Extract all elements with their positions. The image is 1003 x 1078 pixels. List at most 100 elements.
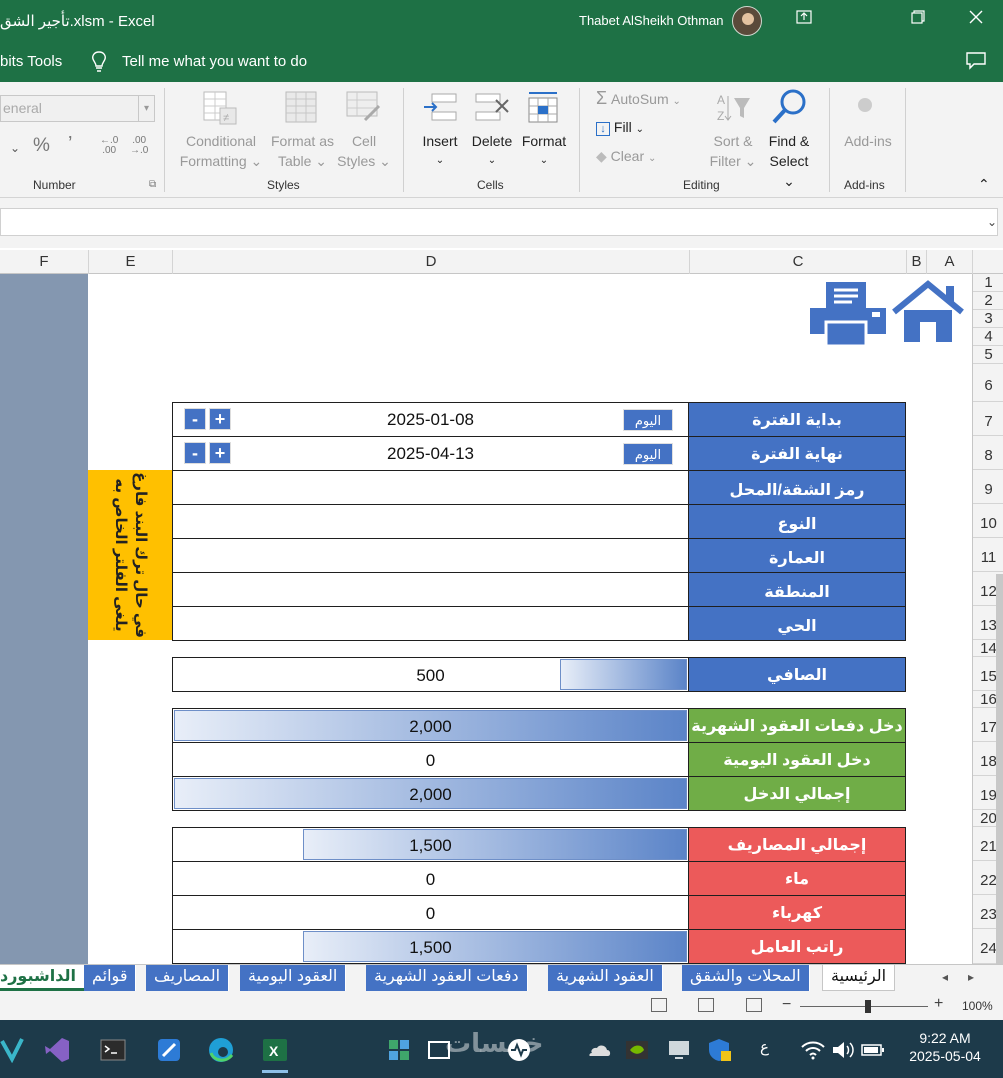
tab-expenses[interactable]: المصاريف bbox=[146, 965, 230, 991]
accounting-dropdown-icon[interactable]: ⌄ bbox=[10, 138, 20, 158]
tab-monthly-contract-payments[interactable]: دفعات العقود الشهرية bbox=[366, 965, 528, 991]
row-header[interactable]: 4 bbox=[973, 328, 1003, 346]
decrease-decimal-icon[interactable]: .00 →.0 bbox=[130, 136, 148, 156]
comments-icon[interactable] bbox=[966, 52, 986, 70]
print-icon[interactable] bbox=[808, 280, 888, 351]
expenses-salary-value[interactable]: 1,500 bbox=[172, 929, 689, 964]
row-header[interactable]: 2 bbox=[973, 292, 1003, 310]
normal-view-icon[interactable] bbox=[651, 998, 667, 1012]
period-end-plus-button[interactable]: + bbox=[209, 442, 231, 464]
filter-district-value[interactable] bbox=[172, 606, 689, 641]
percent-style-button[interactable]: % bbox=[33, 136, 50, 156]
audio-app-icon[interactable] bbox=[506, 1037, 532, 1063]
fill-button[interactable]: ↓ Fill ⌄ bbox=[596, 117, 644, 140]
period-start-today-button[interactable]: اليوم bbox=[623, 409, 673, 431]
filter-building-value[interactable] bbox=[172, 538, 689, 573]
excel-icon[interactable]: X bbox=[262, 1037, 288, 1063]
tab-daily-contracts[interactable]: العقود اليومية bbox=[240, 965, 347, 991]
row-header[interactable]: 1 bbox=[973, 274, 1003, 292]
user-avatar[interactable] bbox=[732, 6, 762, 36]
conditional-formatting-button[interactable]: Conditional Formatting ⌄ bbox=[176, 131, 266, 171]
insert-button[interactable]: Insert ⌄ bbox=[418, 131, 462, 171]
income-monthly-value[interactable]: 2,000 bbox=[172, 708, 689, 743]
filter-region-value[interactable] bbox=[172, 572, 689, 607]
page-layout-view-icon[interactable] bbox=[698, 998, 714, 1012]
clear-button[interactable]: ◆ Clear ⌄ bbox=[596, 146, 656, 169]
ribbon-display-icon[interactable] bbox=[792, 8, 816, 32]
expenses-total-value[interactable]: 1,500 bbox=[172, 827, 689, 862]
format-button[interactable]: Format ⌄ bbox=[518, 131, 570, 171]
period-end-today-button[interactable]: اليوم bbox=[623, 443, 673, 465]
edge-icon[interactable] bbox=[208, 1037, 234, 1063]
nvidia-icon[interactable] bbox=[624, 1037, 650, 1063]
period-end-value[interactable]: 2025-04-13 bbox=[172, 436, 689, 471]
select-all-corner[interactable] bbox=[972, 250, 1003, 274]
visual-studio-icon[interactable] bbox=[44, 1037, 70, 1063]
find-select-button[interactable]: Find & Select ⌄ bbox=[762, 131, 816, 191]
language-indicator[interactable]: ع bbox=[760, 1038, 769, 1056]
user-name[interactable]: Thabet AlSheikh Othman bbox=[579, 13, 724, 28]
expenses-electricity-value[interactable]: 0 bbox=[172, 895, 689, 930]
filter-unit-code-value[interactable] bbox=[172, 470, 689, 505]
vertical-scrollbar[interactable] bbox=[996, 574, 1003, 964]
tab-scroll-left-icon[interactable]: ◂ bbox=[942, 970, 948, 984]
clock[interactable]: 9:22 AM 2025-05-04 bbox=[900, 1030, 990, 1064]
income-daily-value[interactable]: 0 bbox=[172, 742, 689, 777]
tab-lists[interactable]: قوائم bbox=[84, 965, 137, 991]
onedrive-icon[interactable] bbox=[586, 1037, 612, 1063]
row-header[interactable]: 5 bbox=[973, 346, 1003, 364]
dialog-launcher-icon[interactable]: ⧉ bbox=[149, 179, 156, 190]
terminal-icon[interactable] bbox=[100, 1037, 126, 1063]
net-value[interactable]: 500 bbox=[172, 657, 689, 692]
display-icon[interactable] bbox=[666, 1037, 692, 1063]
period-start-minus-button[interactable]: - bbox=[184, 408, 206, 430]
autosum-button[interactable]: Σ AutoSum ⌄ bbox=[596, 88, 681, 112]
row-header[interactable]: 10 bbox=[973, 504, 1003, 538]
column-header-d[interactable]: D bbox=[172, 250, 689, 274]
app-icon[interactable] bbox=[0, 1037, 26, 1064]
battery-icon[interactable] bbox=[860, 1037, 886, 1063]
collapse-ribbon-icon[interactable]: ⌃ bbox=[978, 174, 990, 194]
expenses-water-value[interactable]: 0 bbox=[172, 861, 689, 896]
column-header-f[interactable]: F bbox=[0, 250, 88, 274]
column-header-c[interactable]: C bbox=[689, 250, 906, 274]
volume-icon[interactable] bbox=[830, 1037, 856, 1063]
tell-me-search[interactable]: Tell me what you want to do bbox=[122, 53, 307, 70]
tab-monthly-contracts[interactable]: العقود الشهرية bbox=[548, 965, 663, 991]
sort-filter-button[interactable]: Sort & Filter ⌄ bbox=[707, 131, 759, 171]
column-header-b[interactable]: B bbox=[906, 250, 926, 274]
zoom-level[interactable]: 100% bbox=[962, 999, 993, 1013]
zoom-slider[interactable] bbox=[800, 1006, 928, 1007]
tab-kutools[interactable]: bits Tools bbox=[0, 53, 62, 70]
number-format-select[interactable]: eneral ▾ bbox=[0, 95, 155, 122]
increase-decimal-icon[interactable]: ←.0.00 bbox=[100, 136, 118, 156]
restore-icon[interactable] bbox=[906, 8, 930, 32]
widgets-icon[interactable] bbox=[386, 1037, 412, 1063]
lightbulb-icon[interactable] bbox=[90, 51, 108, 73]
row-header[interactable]: 7 bbox=[973, 402, 1003, 436]
period-start-plus-button[interactable]: + bbox=[209, 408, 231, 430]
row-header[interactable]: 6 bbox=[973, 364, 1003, 402]
row-header[interactable]: 3 bbox=[973, 310, 1003, 328]
row-header[interactable]: 9 bbox=[973, 470, 1003, 504]
comma-style-button[interactable]: ’ bbox=[68, 134, 72, 154]
chevron-down-icon[interactable]: ⌄ bbox=[987, 215, 997, 229]
format-as-table-button[interactable]: Format as Table ⌄ bbox=[265, 131, 340, 171]
close-icon[interactable] bbox=[964, 8, 988, 32]
tab-dashboard[interactable]: الداشبورد bbox=[0, 965, 85, 991]
delete-button[interactable]: Delete ⌄ bbox=[468, 131, 516, 171]
zoom-slider-knob[interactable] bbox=[865, 1000, 871, 1013]
cell-styles-button[interactable]: Cell Styles ⌄ bbox=[334, 131, 394, 171]
home-icon[interactable] bbox=[890, 280, 966, 349]
paint-icon[interactable] bbox=[156, 1037, 182, 1063]
period-start-value[interactable]: 2025-01-08 bbox=[172, 402, 689, 437]
tab-scroll-right-icon[interactable]: ▸ bbox=[968, 970, 974, 984]
filter-type-value[interactable] bbox=[172, 504, 689, 539]
formula-input[interactable] bbox=[0, 208, 998, 236]
column-header-a[interactable]: A bbox=[926, 250, 972, 274]
worksheet[interactable]: 2025-01-08 - + اليوم بداية الفترة 2025-0… bbox=[0, 274, 972, 964]
security-icon[interactable] bbox=[706, 1037, 732, 1063]
page-break-view-icon[interactable] bbox=[746, 998, 762, 1012]
tab-main[interactable]: الرئيسية bbox=[822, 965, 896, 991]
column-header-e[interactable]: E bbox=[88, 250, 172, 274]
